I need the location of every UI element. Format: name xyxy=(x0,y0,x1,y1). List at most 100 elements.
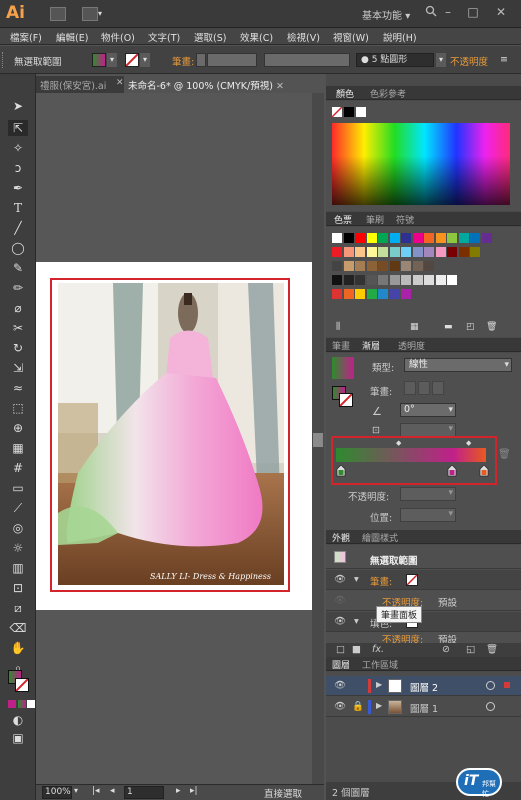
pen-tool-icon[interactable]: ✒ xyxy=(8,180,28,196)
gradient-preview[interactable] xyxy=(332,357,354,379)
hand-tool-icon[interactable]: ✋ xyxy=(8,640,28,656)
color-swatch[interactable] xyxy=(389,289,400,299)
gradient-tool-icon[interactable]: ▭ xyxy=(8,480,28,496)
color-swatch[interactable] xyxy=(378,289,388,299)
color-swatch[interactable] xyxy=(435,233,446,243)
color-swatch[interactable] xyxy=(458,247,469,257)
color-swatch[interactable] xyxy=(481,233,492,243)
appearance-opacity-row[interactable]: 👁 不透明度: 預設 xyxy=(326,591,521,611)
workspace-switcher[interactable]: 基本功能 ▾ xyxy=(362,7,410,22)
expand-triangle-icon[interactable]: ▶ xyxy=(376,680,382,689)
symbol-sprayer-icon[interactable]: ☼ xyxy=(8,540,28,556)
color-swatch[interactable] xyxy=(412,233,423,243)
gradient-stroke-box[interactable] xyxy=(339,393,353,407)
zoom-input[interactable]: 100% xyxy=(42,786,72,799)
color-spectrum[interactable] xyxy=(332,123,510,205)
ellipse-tool-icon[interactable]: ◯ xyxy=(8,240,28,256)
color-swatch[interactable] xyxy=(378,275,388,285)
chevron-down-icon[interactable]: ▾ xyxy=(107,53,117,67)
color-swatch[interactable] xyxy=(412,247,423,257)
maximize-button[interactable]: □ xyxy=(465,4,481,20)
show-kinds-icon[interactable]: ▦ xyxy=(410,322,419,332)
appearance-stroke-row[interactable]: 👁 ▾ 筆畫: xyxy=(326,570,521,590)
screen-mode-icon[interactable]: ▣ xyxy=(8,730,28,746)
color-swatch[interactable] xyxy=(343,233,354,243)
blend-tool-icon[interactable]: ◎ xyxy=(8,520,28,536)
color-swatch[interactable] xyxy=(401,247,411,257)
color-swatch[interactable] xyxy=(435,275,446,285)
magic-wand-icon[interactable]: ✧ xyxy=(8,140,28,156)
color-mode-icon[interactable] xyxy=(8,700,16,708)
fx-icon[interactable]: fx. xyxy=(372,644,384,655)
chevron-down-icon[interactable]: ▾ xyxy=(140,53,150,67)
none-swatch[interactable] xyxy=(331,106,343,118)
target-icon[interactable] xyxy=(486,702,495,711)
stroke-swatch[interactable] xyxy=(125,53,139,67)
color-swatch[interactable] xyxy=(424,247,434,257)
trash-icon[interactable]: 🗑 xyxy=(486,322,497,332)
stroke-label[interactable]: 筆畫: xyxy=(172,54,194,68)
close-icon[interactable]: ✕ xyxy=(276,81,284,92)
stroke-weight-input[interactable] xyxy=(207,53,257,67)
arrange-documents-icon[interactable] xyxy=(82,7,98,21)
color-swatch[interactable] xyxy=(378,261,388,271)
color-swatch[interactable] xyxy=(332,261,342,271)
color-swatch[interactable] xyxy=(332,275,342,285)
tab-stroke[interactable]: 筆畫 xyxy=(332,339,350,352)
next-artboard-icon[interactable]: ▸ xyxy=(176,786,181,796)
stroke-swatch[interactable] xyxy=(406,574,418,586)
color-swatch[interactable] xyxy=(447,233,457,243)
eyedropper-icon[interactable]: ⟋ xyxy=(8,500,28,516)
layer-row[interactable]: 👁 ▶ 圖層 2 xyxy=(326,676,521,696)
color-swatch[interactable] xyxy=(366,275,377,285)
prev-artboard-icon[interactable]: ◂ xyxy=(110,786,115,796)
first-artboard-icon[interactable]: |◂ xyxy=(92,786,100,796)
selection-indicator[interactable] xyxy=(504,682,510,688)
color-swatch[interactable] xyxy=(355,233,365,243)
color-swatch[interactable] xyxy=(366,247,377,257)
color-swatch[interactable] xyxy=(366,233,377,243)
menu-edit[interactable]: 編輯(E) xyxy=(56,30,88,44)
stroke-label[interactable]: 筆畫: xyxy=(370,574,392,588)
free-transform-icon[interactable]: ⬚ xyxy=(8,400,28,416)
scroll-thumb[interactable] xyxy=(313,433,323,447)
lasso-icon[interactable]: ↄ xyxy=(8,160,28,176)
scissors-icon[interactable]: ✂ xyxy=(8,320,28,336)
eye-icon[interactable]: 👁 xyxy=(334,701,346,712)
color-swatch[interactable] xyxy=(401,275,411,285)
clear-appearance-icon[interactable]: ⊘ xyxy=(442,644,450,655)
color-swatch[interactable] xyxy=(332,289,342,299)
mesh-tool-icon[interactable]: # xyxy=(8,460,28,476)
color-swatch[interactable] xyxy=(378,247,388,257)
color-swatch[interactable] xyxy=(355,275,365,285)
color-swatch[interactable] xyxy=(343,247,354,257)
fill-swatch[interactable] xyxy=(92,53,106,67)
bridge-icon[interactable] xyxy=(50,7,66,21)
color-swatch[interactable] xyxy=(332,233,342,243)
perspective-grid-icon[interactable]: ▦ xyxy=(8,440,28,456)
stop-opacity-input[interactable] xyxy=(400,487,456,501)
slice-tool-icon[interactable]: ⧄ xyxy=(8,600,28,616)
close-button[interactable]: ✕ xyxy=(493,4,509,20)
menu-help[interactable]: 說明(H) xyxy=(383,30,417,44)
tab-graphic-styles[interactable]: 繪圖樣式 xyxy=(362,531,398,544)
color-swatch[interactable] xyxy=(355,247,365,257)
variable-width-dropdown[interactable] xyxy=(264,53,350,67)
tab-appearance[interactable]: 外觀 xyxy=(332,531,350,544)
stroke-weight-stepper[interactable] xyxy=(196,53,206,67)
last-artboard-icon[interactable]: ▸| xyxy=(190,786,198,796)
none-mode-icon[interactable] xyxy=(27,700,35,708)
white-swatch[interactable] xyxy=(356,107,366,117)
color-swatch[interactable] xyxy=(424,233,434,243)
color-swatch[interactable] xyxy=(366,261,377,271)
color-swatch[interactable] xyxy=(343,261,354,271)
close-icon[interactable]: ✕ xyxy=(116,78,124,88)
tab-gradient[interactable]: 漸層 xyxy=(362,339,380,352)
tab-symbols[interactable]: 符號 xyxy=(396,213,414,226)
color-swatch[interactable] xyxy=(470,233,480,243)
tab-swatches[interactable]: 色票 xyxy=(334,213,352,226)
color-swatch[interactable] xyxy=(447,247,457,257)
chevron-down-icon[interactable]: ▾ xyxy=(436,53,446,67)
menu-type[interactable]: 文字(T) xyxy=(148,30,180,44)
stroke-gradient-option-3[interactable] xyxy=(432,381,444,395)
